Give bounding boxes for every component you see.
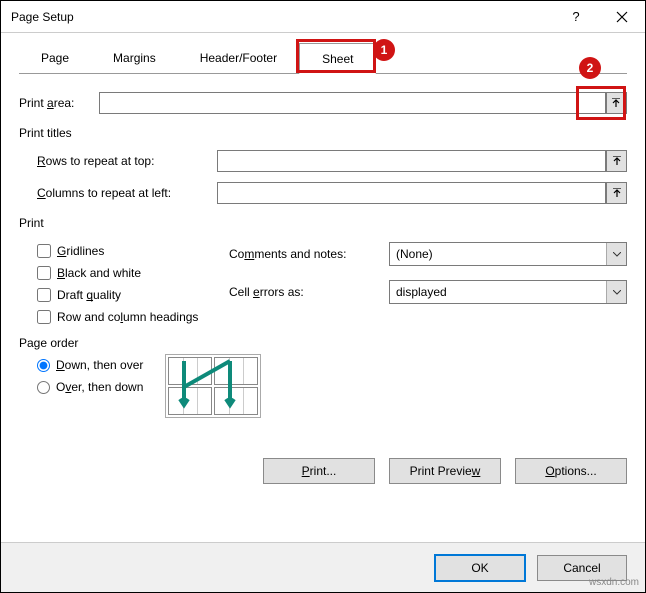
help-button[interactable]: ? (553, 1, 599, 33)
print-group-label: Print (19, 216, 627, 230)
titlebar: Page Setup ? (1, 1, 645, 33)
tab-sheet[interactable]: Sheet (299, 43, 376, 74)
cellerrors-dropdown-value: displayed (396, 285, 447, 299)
cellerrors-dropdown[interactable]: displayed (389, 280, 627, 304)
print-area-label: Print area: (19, 96, 99, 110)
over-down-label: Over, then down (56, 380, 143, 394)
rows-repeat-input[interactable] (217, 150, 606, 172)
ok-button[interactable]: OK (435, 555, 525, 581)
page-setup-dialog: Page Setup ? Page Margins Header/Footer … (0, 0, 646, 593)
cols-repeat-label: Columns to repeat at left: (37, 186, 217, 200)
options-button[interactable]: Options... (515, 458, 627, 484)
bw-label: Black and white (57, 266, 141, 280)
tab-margins[interactable]: Margins (91, 43, 178, 73)
print-area-collapse-button[interactable] (606, 92, 627, 114)
over-down-radio[interactable] (37, 381, 50, 394)
cols-repeat-collapse-button[interactable] (606, 182, 627, 204)
gridlines-label: Gridlines (57, 244, 104, 258)
tab-header-footer[interactable]: Header/Footer (178, 43, 299, 73)
print-area-input[interactable] (99, 92, 606, 114)
watermark: wsxdn.com (589, 577, 639, 588)
chevron-down-icon (606, 281, 626, 303)
comments-dropdown[interactable]: (None) (389, 242, 627, 266)
draft-label: Draft quality (57, 288, 121, 302)
tab-page[interactable]: Page (19, 43, 91, 73)
bw-checkbox[interactable] (37, 266, 51, 280)
page-order-diagram (165, 354, 261, 418)
chevron-down-icon (606, 243, 626, 265)
rows-repeat-label: Rows to repeat at top: (37, 154, 217, 168)
print-titles-group-label: Print titles (19, 126, 627, 140)
down-over-label: Down, then over (56, 358, 143, 372)
rows-repeat-collapse-button[interactable] (606, 150, 627, 172)
cellerrors-label: Cell errors as: (229, 285, 389, 299)
print-button[interactable]: Print... (263, 458, 375, 484)
window-title: Page Setup (11, 10, 553, 24)
close-button[interactable] (599, 1, 645, 33)
down-over-radio[interactable] (37, 359, 50, 372)
rowcolhead-label: Row and column headings (57, 310, 198, 324)
page-order-group-label: Page order (19, 336, 627, 350)
cols-repeat-input[interactable] (217, 182, 606, 204)
rowcolhead-checkbox[interactable] (37, 310, 51, 324)
tab-bar: Page Margins Header/Footer Sheet (19, 43, 627, 74)
dialog-footer: OK Cancel (1, 542, 645, 592)
print-preview-button[interactable]: Print Preview (389, 458, 501, 484)
comments-label: Comments and notes: (229, 247, 389, 261)
gridlines-checkbox[interactable] (37, 244, 51, 258)
draft-checkbox[interactable] (37, 288, 51, 302)
comments-dropdown-value: (None) (396, 247, 433, 261)
